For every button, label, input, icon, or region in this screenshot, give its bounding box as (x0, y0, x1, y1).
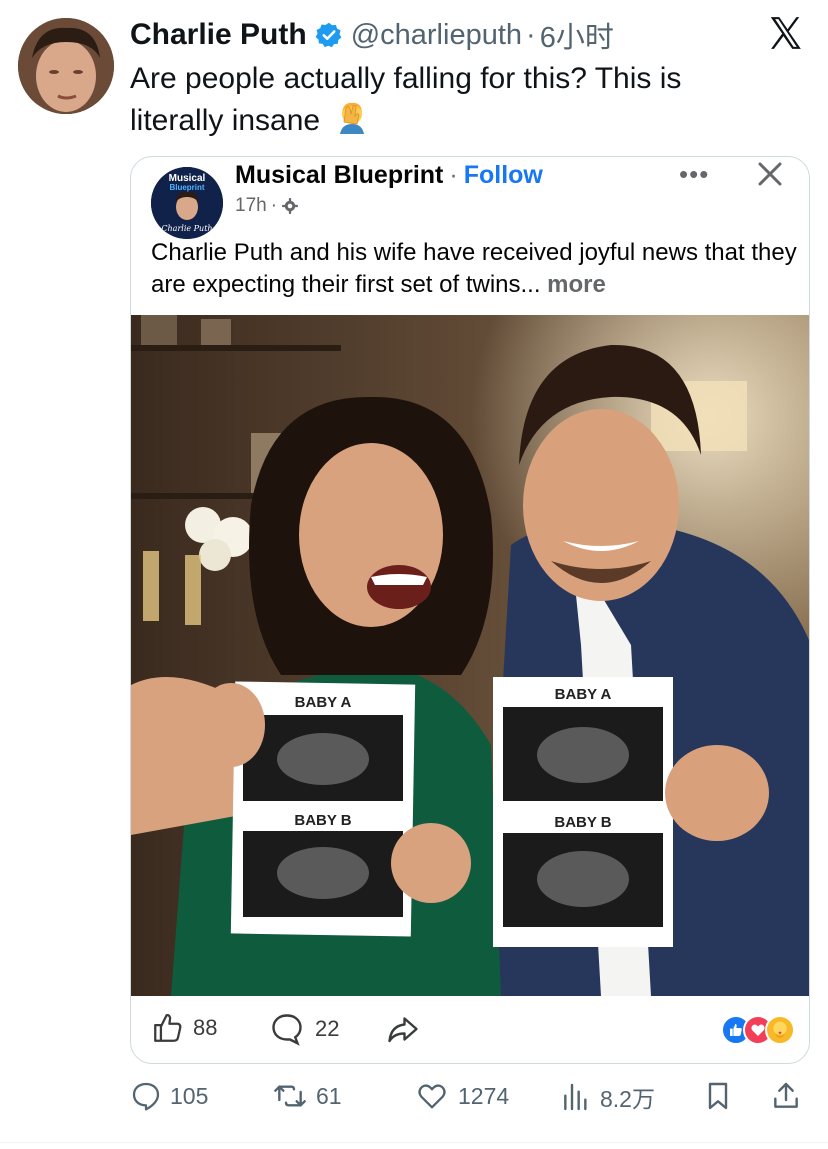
page-avatar-text-bottom: Charlie Puth (161, 224, 212, 233)
post-photo[interactable]: BABY A BABY B BABY A BABY B (131, 315, 809, 996)
embedded-post-card[interactable]: Musical Blueprint Charlie Puth Musical B… (130, 156, 810, 1064)
post-like-count: 88 (193, 1015, 218, 1040)
comment-bubble-icon (272, 1014, 302, 1046)
facepalm-emoji-icon (340, 102, 365, 134)
share-button[interactable] (770, 1080, 810, 1112)
share-arrow-icon (388, 1017, 418, 1043)
post-close-icon[interactable] (755, 159, 785, 189)
page-avatar[interactable]: Musical Blueprint Charlie Puth (151, 167, 223, 239)
post-time-separator: · (270, 195, 278, 216)
views-count: 8.2万 (600, 1086, 655, 1112)
post-more-menu-icon[interactable]: ••• (679, 159, 709, 190)
header-separator: · (526, 18, 536, 51)
share-upload-icon (774, 1082, 798, 1108)
x-logo-icon[interactable] (766, 14, 804, 52)
ultrasound-card-right: BABY A BABY B (493, 677, 673, 947)
post-time[interactable]: 17h (235, 195, 267, 217)
page-name-line: Musical Blueprint · Follow (235, 161, 543, 190)
tweet-timestamp[interactable]: 6小时 (540, 14, 614, 56)
verified-badge-icon (315, 22, 342, 48)
privacy-gear-icon (282, 198, 298, 214)
page-name[interactable]: Musical Blueprint (235, 161, 443, 189)
post-actions: 88 22 (131, 1003, 809, 1059)
post-time-line: 17h · (235, 195, 299, 217)
views-chart-icon (564, 1083, 587, 1111)
bookmark-button[interactable] (702, 1080, 742, 1112)
reaction-icons[interactable] (721, 1015, 795, 1045)
like-count: 1274 (458, 1082, 510, 1109)
card-right-label-bottom: BABY B (554, 814, 611, 831)
post-share-button[interactable] (385, 1011, 421, 1047)
post-comment-button[interactable]: 22 (269, 1011, 339, 1047)
post-like-button[interactable]: 88 (151, 1011, 217, 1045)
post-comment-count: 22 (315, 1016, 340, 1041)
see-more-link[interactable]: more (547, 271, 606, 298)
retweet-button[interactable]: 61 (272, 1080, 342, 1112)
page-name-separator: · (449, 161, 458, 189)
author-handle[interactable]: @charlieputh (351, 19, 522, 52)
page-avatar-text-mid: Blueprint (169, 183, 204, 192)
post-text: Charlie Puth and his wife have received … (151, 237, 801, 301)
follow-button[interactable]: Follow (464, 161, 543, 189)
retweet-icon (274, 1085, 306, 1107)
post-text-body: Charlie Puth and his wife have received … (151, 239, 797, 298)
retweet-count: 61 (316, 1082, 342, 1109)
tweet-text-body: Are people actually falling for this? Th… (130, 62, 682, 137)
author-avatar[interactable] (18, 18, 114, 114)
care-reaction-icon (765, 1015, 795, 1045)
thumbs-up-icon (154, 1014, 182, 1042)
bookmark-icon (708, 1082, 728, 1110)
like-button[interactable]: 1274 (414, 1080, 509, 1112)
views-button[interactable]: 8.2万 (560, 1080, 655, 1114)
tweet-actions: 105 61 1274 8.2万 (0, 1078, 828, 1122)
tweet-header: Charlie Puth @charlieputh · 6小时 (130, 14, 614, 56)
tweet-divider (0, 1142, 828, 1143)
card-right-label-top: BABY A (555, 686, 612, 703)
tweet-text: Are people actually falling for this? Th… (130, 58, 770, 142)
reply-icon (132, 1082, 160, 1111)
reply-button[interactable]: 105 (130, 1080, 208, 1112)
card-left-label-top: BABY A (295, 694, 352, 711)
heart-icon (418, 1084, 446, 1109)
card-left-label-bottom: BABY B (294, 812, 351, 829)
author-name[interactable]: Charlie Puth (130, 18, 307, 52)
reply-count: 105 (170, 1082, 209, 1109)
